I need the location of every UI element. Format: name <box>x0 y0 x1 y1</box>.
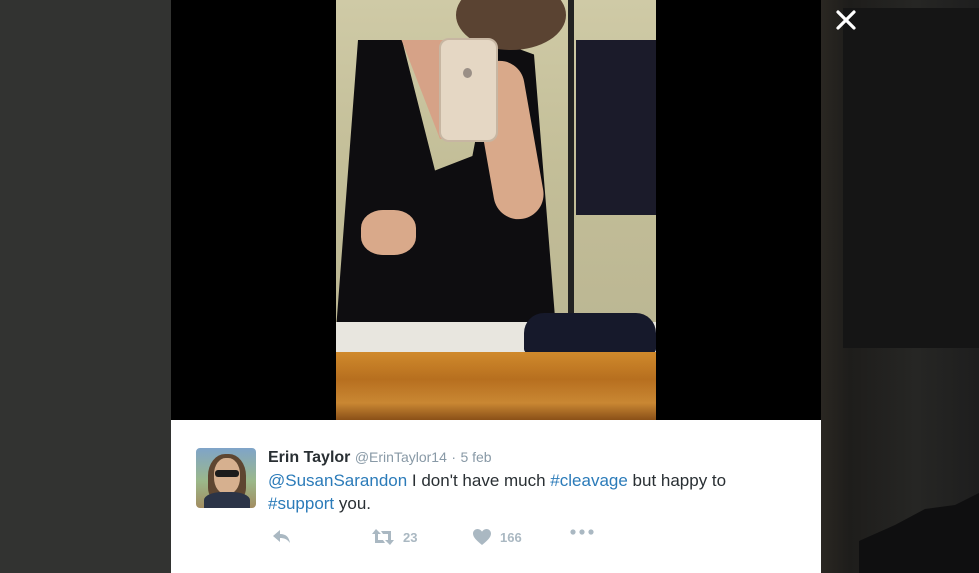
tweet-card: Erin Taylor @ErinTaylor14 · 5 feb @Susan… <box>171 420 821 573</box>
author-handle[interactable]: @ErinTaylor14 <box>355 449 447 465</box>
more-button[interactable] <box>570 528 594 536</box>
tweet-text-part: but happy to <box>627 471 727 490</box>
retweet-icon <box>372 529 394 545</box>
mention-link[interactable]: @SusanSarandon <box>268 471 407 490</box>
more-dots-icon <box>570 529 594 535</box>
tweet-header: Erin Taylor @ErinTaylor14 · 5 feb <box>268 447 492 468</box>
background-photo-cloth <box>859 493 979 573</box>
retweet-button[interactable]: 23 <box>371 528 417 546</box>
avatar[interactable] <box>196 448 256 508</box>
media-viewer <box>171 0 821 420</box>
apple-logo-icon <box>463 68 472 78</box>
hashtag-link[interactable]: #support <box>268 494 334 513</box>
tweet-actions: 23 166 <box>268 528 628 550</box>
close-x-icon <box>836 10 856 30</box>
close-button[interactable] <box>830 4 862 36</box>
reply-button[interactable] <box>272 528 292 546</box>
like-button[interactable]: 166 <box>472 528 522 546</box>
tweet-text: @SusanSarandon I don't have much #cleava… <box>268 469 788 515</box>
reply-icon <box>273 530 290 543</box>
overlay-backdrop-left[interactable] <box>0 0 171 573</box>
tweet-date[interactable]: 5 feb <box>460 449 491 465</box>
photo-towel <box>576 40 656 215</box>
photo-hand <box>361 210 416 255</box>
author-name[interactable]: Erin Taylor <box>268 449 350 466</box>
avatar-shirt <box>204 492 250 508</box>
tweet-text-part: you. <box>334 494 372 513</box>
like-count: 166 <box>500 529 522 545</box>
overlay-backdrop-right[interactable] <box>821 0 979 573</box>
retweet-count: 23 <box>403 529 418 545</box>
tweet-text-part: I don't have much <box>407 471 551 490</box>
photo-wood-trim <box>336 352 656 420</box>
photo-clothes <box>524 313 656 353</box>
header-separator: · <box>451 449 456 465</box>
background-photo-panel <box>843 8 979 348</box>
tweet-photo[interactable] <box>336 0 656 420</box>
photo-phone <box>439 38 498 142</box>
hashtag-link[interactable]: #cleavage <box>550 471 628 490</box>
heart-icon <box>473 529 491 545</box>
avatar-sunglasses <box>215 470 239 477</box>
